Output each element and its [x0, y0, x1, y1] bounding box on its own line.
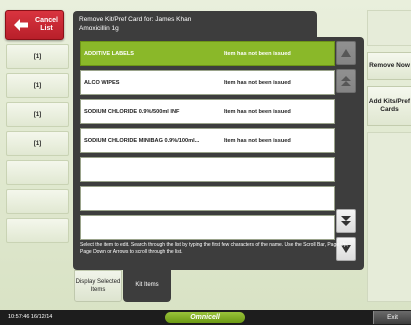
item-name: ADDITIVE LABELS: [84, 50, 135, 57]
list-item[interactable]: [80, 215, 335, 240]
page-title: Remove Kit/Pref Card for: James Khan: [79, 16, 192, 23]
list-item[interactable]: ADDITIVE LABELS Item has not been issued: [80, 41, 335, 66]
quantity-column: [1] [1] [1] [1]: [6, 44, 69, 247]
list-item[interactable]: SODIUM CHLORIDE 0.9%/500ml INF Item has …: [80, 99, 335, 124]
quantity-cell: [6, 189, 69, 214]
tab-kit-items[interactable]: Kit Items: [123, 268, 171, 302]
brand-bar: Omnicell: [165, 312, 245, 323]
omnicell-logo: Omnicell: [190, 314, 220, 321]
double-triangle-up-icon: [341, 76, 351, 86]
item-status: Item has not been issued: [224, 79, 291, 86]
quantity-cell: [6, 218, 69, 243]
item-status: Item has not been issued: [224, 50, 291, 57]
item-status: Item has not been issued: [224, 137, 291, 144]
remove-now-button[interactable]: Remove Now: [367, 52, 411, 80]
exit-button[interactable]: Exit: [373, 311, 411, 324]
add-kits-pref-cards-button[interactable]: Add Kits/Pref Cards: [367, 86, 411, 126]
quantity-cell: [6, 160, 69, 185]
cancel-list-label: Cancel List: [35, 17, 58, 32]
page-up-button[interactable]: [336, 69, 356, 93]
quantity-cell: [1]: [6, 73, 69, 98]
triangle-up-icon: [341, 49, 351, 57]
item-list: ADDITIVE LABELS Item has not been issued…: [80, 41, 335, 244]
right-panel-spacer: [367, 10, 411, 46]
back-arrow-icon: [12, 16, 30, 34]
tab-display-selected-items[interactable]: Display Selected Items: [74, 270, 122, 302]
double-triangle-down-icon: [341, 216, 351, 226]
list-item[interactable]: SODIUM CHLORIDE MINIBAG 0.9%/100ml... It…: [80, 128, 335, 153]
scroll-controls: [336, 41, 358, 265]
help-text: Select the item to edit. Search through …: [80, 242, 349, 255]
right-panel-spacer: [367, 132, 411, 302]
list-item[interactable]: [80, 186, 335, 211]
item-name: SODIUM CHLORIDE 0.9%/500ml INF: [84, 108, 180, 115]
quantity-cell: [1]: [6, 102, 69, 127]
item-name: SODIUM CHLORIDE MINIBAG 0.9%/100ml...: [84, 137, 200, 144]
scroll-track: [336, 97, 358, 209]
page-down-button[interactable]: [336, 209, 356, 233]
list-item[interactable]: [80, 157, 335, 182]
scroll-up-button[interactable]: [336, 41, 356, 65]
clock: 10:57:46 16/12/14: [8, 314, 53, 320]
item-list-panel: ADDITIVE LABELS Item has not been issued…: [73, 37, 364, 270]
quantity-cell: [1]: [6, 44, 69, 69]
footer-bar: 10:57:46 16/12/14 Omnicell Exit: [0, 310, 411, 325]
page-subtitle: Amoxicillin 1g: [79, 25, 119, 32]
item-name: ALCO WIPES: [84, 79, 120, 86]
cancel-list-button[interactable]: Cancel List: [5, 10, 64, 40]
item-status: Item has not been issued: [224, 108, 291, 115]
quantity-cell: [1]: [6, 131, 69, 156]
list-item[interactable]: ALCO WIPES Item has not been issued: [80, 70, 335, 95]
screen: Cancel List [1] [1] [1] [1] Remove Kit/P…: [0, 0, 411, 325]
